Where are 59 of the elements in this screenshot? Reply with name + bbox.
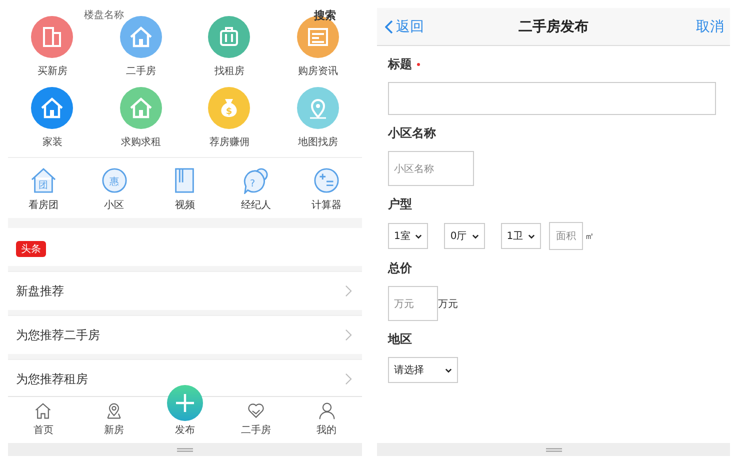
tool-label: 计算器 — [312, 198, 342, 212]
field-label: 标题 — [388, 56, 412, 73]
category-label: 荐房赚佣 — [209, 136, 250, 149]
tab-item[interactable]: 我的 — [291, 397, 362, 443]
caret-icon — [528, 234, 536, 238]
back-chevron-icon — [385, 20, 393, 34]
chevron-icon — [345, 373, 352, 385]
caret-icon — [472, 234, 479, 238]
tab-item[interactable]: 首页 — [8, 397, 79, 443]
headline-badge: 头条 — [16, 241, 46, 257]
tool-label: 经纪人 — [240, 199, 271, 212]
tab-item[interactable]: 二手房 — [220, 397, 292, 443]
input-field[interactable] — [388, 82, 716, 115]
dropdown[interactable]: 请选择 — [388, 357, 458, 383]
tool-label: 看房团 — [28, 198, 58, 212]
dropdown[interactable]: 1室 — [388, 223, 428, 249]
section-title: 为您推荐二手房 — [16, 326, 100, 344]
heart-icon — [246, 402, 265, 420]
drag-handle-icon[interactable] — [546, 448, 562, 452]
tab-item[interactable]: 新房 — [78, 397, 150, 443]
section-row[interactable]: 为您推荐二手房 — [8, 315, 362, 354]
category-label: 求购求租 — [120, 136, 161, 149]
location-pin-icon — [105, 402, 124, 420]
field-label: 小区名称 — [388, 125, 436, 142]
chevron-icon — [345, 329, 352, 341]
section-row[interactable]: 为您推荐租房 — [8, 359, 362, 396]
plus-button[interactable] — [166, 385, 203, 421]
category-label: 二手房 — [126, 64, 156, 78]
unit-label: 万元 — [438, 298, 458, 310]
section-title: 为您推荐租房 — [16, 370, 88, 388]
person-icon — [318, 402, 336, 420]
page-title: 二手房发布 — [518, 18, 588, 36]
home-icon — [34, 402, 52, 420]
dropdown[interactable]: 0厅 — [444, 223, 485, 249]
field-label: 地区 — [388, 331, 412, 348]
section-title: 新盘推荐 — [16, 282, 64, 300]
dollar-sign: $ — [226, 107, 232, 117]
category-label: 家装 — [42, 136, 62, 149]
category-label: 找租房 — [214, 64, 244, 78]
drag-handle-icon[interactable] — [177, 448, 193, 452]
input-field[interactable]: 万元 — [388, 286, 438, 321]
tab-label[interactable]: 发布 — [174, 423, 195, 437]
input-field[interactable]: 小区名称 — [388, 151, 474, 186]
category-label: 买新房 — [37, 64, 68, 78]
tool-label: 小区 — [104, 198, 124, 212]
category-label: 购房资讯 — [298, 64, 338, 78]
caret-icon — [415, 234, 422, 238]
tool-label: 视频 — [174, 198, 195, 212]
field-label: 户型 — [388, 196, 412, 213]
category-label: 地图找房 — [298, 136, 338, 149]
unit-label: ㎡ — [585, 230, 594, 242]
caret-icon — [445, 368, 452, 372]
dropdown[interactable]: 1卫 — [500, 223, 542, 249]
field-label: 总价 — [388, 260, 412, 277]
section-row[interactable]: 新盘推荐 — [8, 271, 362, 310]
search-placeholder[interactable]: 楼盘名称 — [84, 8, 124, 22]
tool-icon[interactable] — [313, 167, 340, 194]
input-field[interactable]: 面积 — [549, 222, 584, 250]
chevron-icon — [345, 285, 352, 297]
